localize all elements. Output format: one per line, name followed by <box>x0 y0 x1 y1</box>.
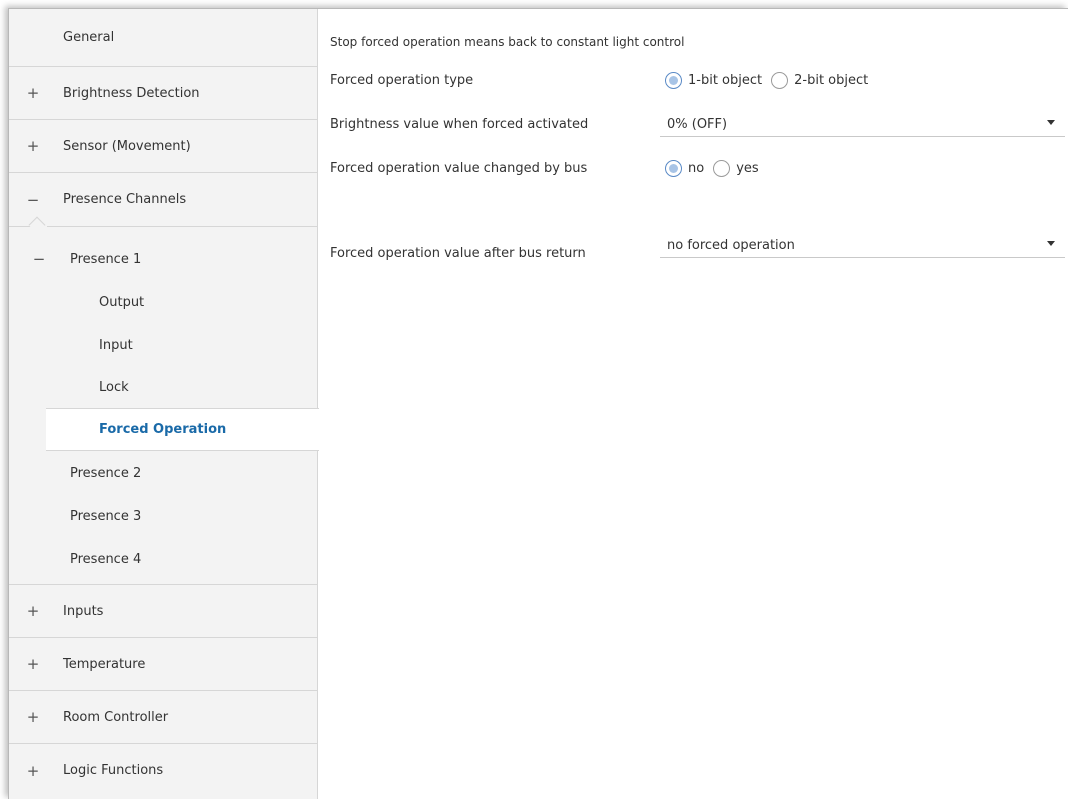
after-bus-return-dropdown[interactable]: no forced operation <box>660 233 1065 258</box>
sidebar-item-input[interactable]: Input <box>9 327 317 363</box>
sidebar-item-label: Logic Functions <box>63 763 164 778</box>
sidebar-item-general[interactable]: General <box>9 9 317 67</box>
expand-icon[interactable]: + <box>26 84 40 102</box>
radio-2bit-label[interactable]: 2-bit object <box>794 73 868 88</box>
sidebar-item-output[interactable]: Output <box>9 284 317 320</box>
expand-icon[interactable]: + <box>26 602 40 620</box>
sidebar-item-lock[interactable]: Lock <box>9 369 317 405</box>
sidebar-item-label: Lock <box>99 379 129 395</box>
sidebar-item-label: Inputs <box>63 603 104 619</box>
sidebar-item-presence-1[interactable]: − Presence 1 <box>9 239 317 279</box>
expand-icon[interactable]: + <box>26 708 40 726</box>
sidebar-item-label: Brightness Detection <box>63 85 200 101</box>
divider <box>47 226 317 227</box>
radio-yes-label[interactable]: yes <box>736 161 758 176</box>
sidebar-item-label: Temperature <box>63 656 146 672</box>
sidebar-item-label: Input <box>99 337 133 353</box>
sidebar-item-label: Presence 2 <box>70 465 142 481</box>
changed-by-bus-radio-group: no yes <box>665 160 768 177</box>
sidebar-item-label: General <box>63 30 115 45</box>
brightness-dropdown[interactable]: 0% (OFF) <box>660 112 1065 137</box>
parameter-panel: Stop forced operation means back to cons… <box>319 9 1068 799</box>
sidebar-item-room-controller[interactable]: + Room Controller <box>9 691 317 744</box>
sidebar-item-sensor-movement[interactable]: + Sensor (Movement) <box>9 120 317 173</box>
radio-1bit-label[interactable]: 1-bit object <box>688 73 762 88</box>
chevron-down-icon <box>1047 241 1055 246</box>
sidebar-item-label: Presence 4 <box>70 551 142 567</box>
radio-2bit[interactable] <box>771 72 789 89</box>
forced-type-radio-group: 1-bit object 2-bit object <box>665 72 877 89</box>
expand-icon[interactable]: + <box>26 655 40 673</box>
sidebar-item-label: Room Controller <box>63 709 169 725</box>
sidebar-item-presence-3[interactable]: Presence 3 <box>9 498 317 534</box>
radio-no[interactable] <box>665 160 682 177</box>
after-bus-return-label: Forced operation value after bus return <box>330 246 586 261</box>
sidebar-item-label: Presence 1 <box>70 251 142 267</box>
sidebar-item-presence-2[interactable]: Presence 2 <box>9 455 317 491</box>
forced-type-label: Forced operation type <box>330 73 474 88</box>
radio-1bit[interactable] <box>665 72 682 89</box>
sidebar-item-presence-4[interactable]: Presence 4 <box>9 541 317 577</box>
expand-icon[interactable]: + <box>26 762 40 780</box>
sidebar-item-label: Forced Operation <box>99 422 227 437</box>
app-window: General + Brightness Detection + Sensor … <box>8 8 1068 799</box>
collapse-icon[interactable]: − <box>32 250 46 268</box>
sidebar-item-label: Sensor (Movement) <box>63 138 191 154</box>
brightness-value: 0% (OFF) <box>667 116 728 132</box>
expand-icon[interactable]: + <box>26 137 40 155</box>
chevron-down-icon <box>1047 120 1055 125</box>
sidebar-item-temperature[interactable]: + Temperature <box>9 638 317 691</box>
sidebar-item-inputs[interactable]: + Inputs <box>9 585 317 638</box>
sidebar-item-label: Presence Channels <box>63 192 187 207</box>
sidebar-item-presence-channels[interactable]: − Presence Channels <box>9 173 317 226</box>
collapse-icon[interactable]: − <box>26 191 40 209</box>
sidebar-item-logic-functions[interactable]: + Logic Functions <box>9 744 317 797</box>
divider <box>9 226 31 227</box>
sidebar-item-forced-operation[interactable]: Forced Operation <box>46 408 319 451</box>
after-bus-return-value: no forced operation <box>667 237 795 253</box>
sidebar: General + Brightness Detection + Sensor … <box>9 9 319 799</box>
radio-yes[interactable] <box>713 160 731 177</box>
sidebar-item-brightness-detection[interactable]: + Brightness Detection <box>9 67 317 120</box>
radio-no-label[interactable]: no <box>688 161 704 176</box>
changed-by-bus-label: Forced operation value changed by bus <box>330 161 588 176</box>
brightness-label: Brightness value when forced activated <box>330 117 589 132</box>
info-text: Stop forced operation means back to cons… <box>330 35 685 49</box>
sidebar-item-label: Output <box>99 294 145 310</box>
sidebar-item-label: Presence 3 <box>70 508 142 524</box>
